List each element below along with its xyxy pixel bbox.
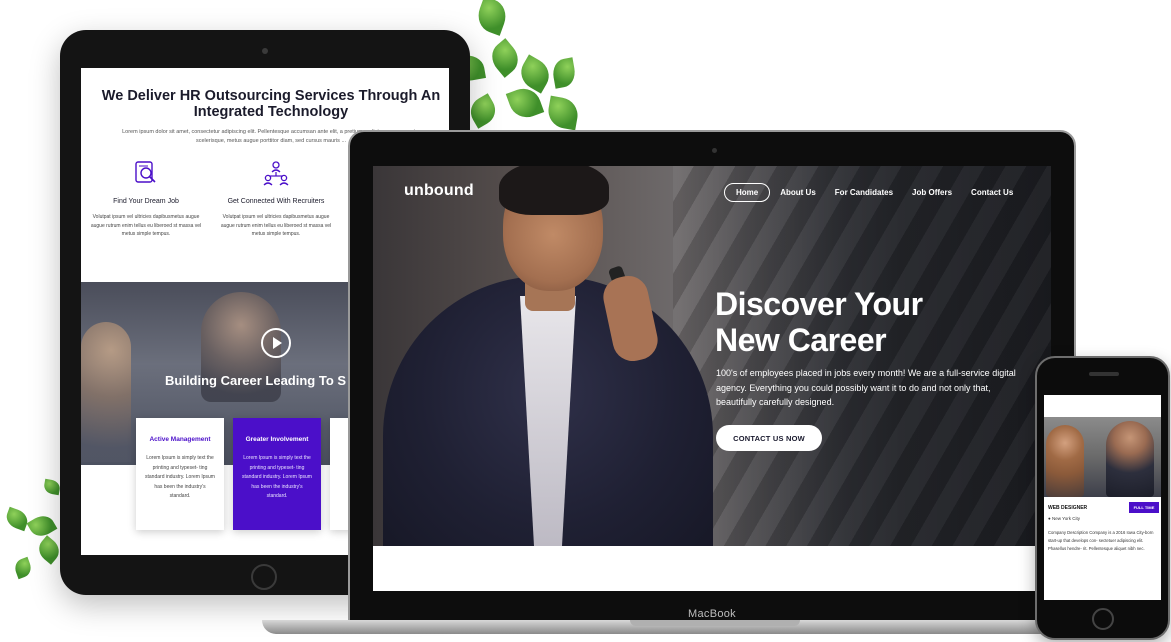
- team-network-icon: [263, 160, 289, 186]
- job-search-icon: [133, 160, 159, 186]
- card-active-management[interactable]: Active Management Lorem Ipsum is simply …: [136, 418, 224, 530]
- laptop-notch: [630, 620, 800, 626]
- phone-speaker: [1089, 372, 1119, 376]
- job-description: Company Description Company is a 2016 Io…: [1048, 530, 1154, 551]
- tablet-camera: [262, 48, 268, 54]
- job-location-text: New York City: [1051, 516, 1080, 521]
- tablet-home-button[interactable]: [251, 564, 277, 590]
- tablet-page-title: We Deliver HR Outsourcing Services Throu…: [101, 88, 441, 120]
- job-type-badge: FULL TIME: [1129, 502, 1159, 513]
- feature-desc: Volutpat ipsum vel ultricies dapibusmetu…: [90, 214, 202, 237]
- nav-about-us[interactable]: About Us: [771, 184, 825, 201]
- card-title: Greater Involvement: [245, 436, 309, 443]
- hero-title-line1: Discover Your: [715, 286, 923, 322]
- hero-photo-hair: [499, 166, 609, 215]
- feature-name: Find Your Dream Job: [113, 198, 179, 205]
- job-title[interactable]: WEB DESIGNER: [1048, 505, 1087, 511]
- main-nav: Home About Us For Candidates Job Offers …: [724, 183, 1023, 202]
- nav-for-candidates[interactable]: For Candidates: [826, 184, 902, 201]
- hero-title: Discover Your New Career: [715, 286, 1045, 358]
- play-video-button[interactable]: [261, 328, 291, 358]
- nav-job-offers[interactable]: Job Offers: [903, 184, 961, 201]
- feature-desc: Volutpat ipsum vel ultricies dapibusmetu…: [220, 214, 332, 237]
- card-title: Active Management: [149, 436, 211, 443]
- phone-device: WEB DESIGNER FULL TIME ● New York City C…: [1035, 356, 1170, 640]
- photo-person: [1046, 425, 1084, 497]
- job-card-photo: [1044, 417, 1161, 497]
- hero-section: unbound Home About Us For Candidates Job…: [373, 166, 1051, 546]
- card-body: Lorem Ipsum is simply text the printing …: [145, 455, 215, 499]
- feature-connect-recruiters: Get Connected With Recruiters Volutpat i…: [211, 160, 341, 239]
- feature-name: Get Connected With Recruiters: [227, 198, 325, 205]
- card-body: Lorem Ipsum is simply text the printing …: [242, 455, 312, 499]
- laptop-camera: [712, 148, 717, 153]
- laptop-device: unbound Home About Us For Candidates Job…: [348, 130, 1076, 622]
- nav-home[interactable]: Home: [724, 183, 771, 202]
- laptop-brand-label: MacBook: [688, 608, 736, 620]
- hero-photo-person: [81, 322, 131, 462]
- hero-description: 100's of employees placed in jobs every …: [716, 368, 1016, 407]
- phone-screen: WEB DESIGNER FULL TIME ● New York City C…: [1044, 395, 1161, 600]
- location-pin-icon: ●: [1048, 516, 1051, 521]
- photo-person: [1106, 421, 1154, 497]
- contact-us-button[interactable]: CONTACT US NOW: [716, 425, 822, 451]
- laptop-screen: unbound Home About Us For Candidates Job…: [373, 166, 1051, 591]
- site-logo[interactable]: unbound: [404, 182, 474, 200]
- nav-contact-us[interactable]: Contact Us: [962, 184, 1022, 201]
- phone-home-button[interactable]: [1092, 608, 1114, 630]
- card-greater-involvement[interactable]: Greater Involvement Lorem Ipsum is simpl…: [233, 418, 321, 530]
- hero-title-line2: New Career: [715, 322, 887, 358]
- feature-find-job: Find Your Dream Job Volutpat ipsum vel u…: [81, 160, 211, 239]
- job-location: ● New York City: [1048, 516, 1080, 521]
